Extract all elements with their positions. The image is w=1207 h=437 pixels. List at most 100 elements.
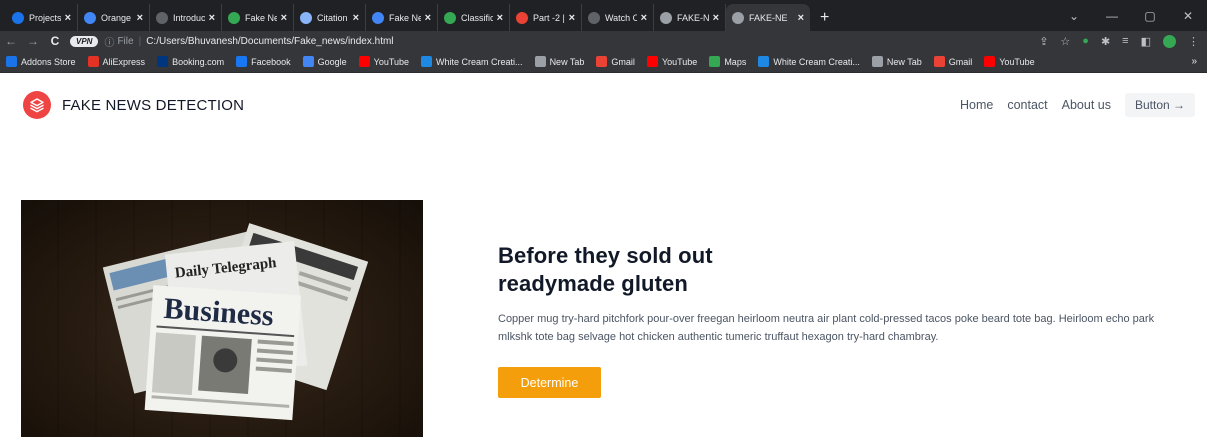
forward-icon[interactable]: → [22,34,44,48]
bookmark-item[interactable]: White Cream Creati... [758,56,860,67]
bookmark-label: YouTube [373,56,410,67]
reading-list-icon[interactable]: ≡ [1122,35,1128,47]
determine-button[interactable]: Determine [498,367,601,398]
browser-tab[interactable]: Orange a × [78,4,150,31]
globe-icon [660,11,672,24]
menu-kebab-icon[interactable]: ⋮ [1188,35,1199,48]
bookmark-label: YouTube [999,56,1035,67]
bookmark-item[interactable]: Gmail [596,56,635,67]
tab-close-icon[interactable]: × [137,12,143,24]
info-icon[interactable]: ⓘ [104,34,114,49]
browser-tab-label: Projects - [29,12,61,23]
close-window-icon[interactable]: ✕ [1169,9,1207,23]
newspapers-image: Daily Telegraph Business [21,200,423,437]
youtube-icon [984,56,996,67]
header-button[interactable]: Button → [1124,93,1195,117]
tab-close-icon[interactable]: × [641,12,647,24]
share-icon[interactable]: ⇪ [1039,35,1048,48]
bookmark-label: New Tab [549,56,585,67]
browser-tab[interactable]: FAKE-NE × [654,4,726,31]
booking-icon [157,56,169,67]
browser-tab[interactable]: Part -2 | × [510,4,582,31]
browser-tab[interactable]: FAKE-NE × [726,4,810,31]
addons-icon [6,56,17,67]
tab-close-icon[interactable]: × [497,12,503,24]
bookmark-item[interactable]: YouTube [984,56,1035,67]
star-icon[interactable]: ☆ [1060,35,1070,48]
aliexpress-icon [87,56,99,67]
bookmark-item[interactable]: Facebook [236,56,291,67]
tab-close-icon[interactable]: × [798,12,804,24]
bookmark-label: White Cream Creati... [436,56,523,67]
bookmark-label: Booking.com [172,56,225,67]
bookmark-item[interactable]: Addons Store [6,56,76,67]
bookmark-item[interactable]: Maps [709,56,746,67]
google-icon [302,56,314,67]
tab-close-icon[interactable]: × [353,12,359,24]
bookmark-item[interactable]: New Tab [534,56,585,67]
tab-search-icon[interactable]: ⌄ [1055,9,1093,23]
side-panel-icon[interactable]: ◧ [1141,35,1151,48]
nav-home-link[interactable]: Home [960,98,993,112]
reload-icon[interactable]: C [44,34,66,48]
tab-close-icon[interactable]: × [281,12,287,24]
bookmark-item[interactable]: New Tab [871,56,922,67]
bookmark-item[interactable]: YouTube [646,56,698,67]
browser-tab[interactable]: Introduct × [150,4,222,31]
browser-tab-label: Classifica [461,12,493,23]
browser-tab[interactable]: Classifica × [438,4,510,31]
bookmark-label: Addons Store [21,56,76,67]
browser-tab-label: Watch O [605,12,637,23]
tab-close-icon[interactable]: × [65,12,71,24]
white-cream-icon [758,56,770,67]
bookmark-item[interactable]: Google [302,56,347,67]
bookmark-label: Maps [724,56,747,67]
bookmarks-more-icon[interactable]: » [1191,56,1197,67]
bookmark-item[interactable]: Booking.com [157,56,224,67]
tab-close-icon[interactable]: × [569,12,575,24]
browser-tab[interactable]: Citation × [294,4,366,31]
gmail-icon [596,56,608,67]
white-cream-icon [421,56,433,67]
bookmark-item[interactable]: AliExpress [87,56,145,67]
tab-close-icon[interactable]: × [209,12,215,24]
address-bar: ← → C VPN ⓘ File | C:/Users/Bhuvanesh/Do… [0,31,1207,51]
bookmark-item[interactable]: White Cream Creati... [421,56,523,67]
bookmark-label: New Tab [886,56,922,67]
extensions-puzzle-icon[interactable]: ✱ [1101,35,1110,48]
browser-tab[interactable]: Fake New × [366,4,438,31]
maps-icon [709,56,721,67]
tab-close-icon[interactable]: × [713,12,719,24]
tab-close-icon[interactable]: × [425,12,431,24]
youtube-icon [646,56,658,67]
browser-tab-label: Orange a [101,12,133,23]
maximize-icon[interactable]: ▢ [1131,9,1169,23]
url-separator: | [138,35,142,47]
logo-stack-icon[interactable] [23,91,51,119]
browser-tab[interactable]: Projects - × [6,4,78,31]
projects-icon [12,11,24,24]
shield-check-icon[interactable] [1163,34,1176,48]
bookmark-item[interactable]: YouTube [358,56,410,67]
new-tab-button[interactable]: + [820,4,829,31]
bookmark-label: Facebook [251,56,291,67]
hero-paragraph: Copper mug try-hard pitchfork pour-over … [498,313,1155,343]
minimize-icon[interactable]: — [1093,9,1131,23]
url-input[interactable]: C:/Users/Bhuvanesh/Documents/Fake_news/i… [146,36,393,47]
browser-tab-label: Citation [317,12,348,23]
globe-icon [732,11,744,24]
back-icon[interactable]: ← [0,34,22,48]
bookmark-label: Google [317,56,347,67]
vpn-badge[interactable]: VPN [70,35,99,47]
browser-tab[interactable]: Watch O × [582,4,654,31]
bookmark-item[interactable]: Gmail [933,56,972,67]
browser-tab[interactable]: Fake New × [222,4,294,31]
bookmark-label: YouTube [661,56,698,67]
extension-green-icon[interactable]: ● [1082,35,1089,47]
nav-contact-link[interactable]: contact [1007,98,1047,112]
brand-title[interactable]: FAKE NEWS DETECTION [62,97,244,114]
classification-icon [444,11,456,24]
nav-about-link[interactable]: About us [1062,98,1111,112]
caret-icon [372,11,384,24]
site-navbar: FAKE NEWS DETECTION Home contact About u… [0,73,1207,137]
